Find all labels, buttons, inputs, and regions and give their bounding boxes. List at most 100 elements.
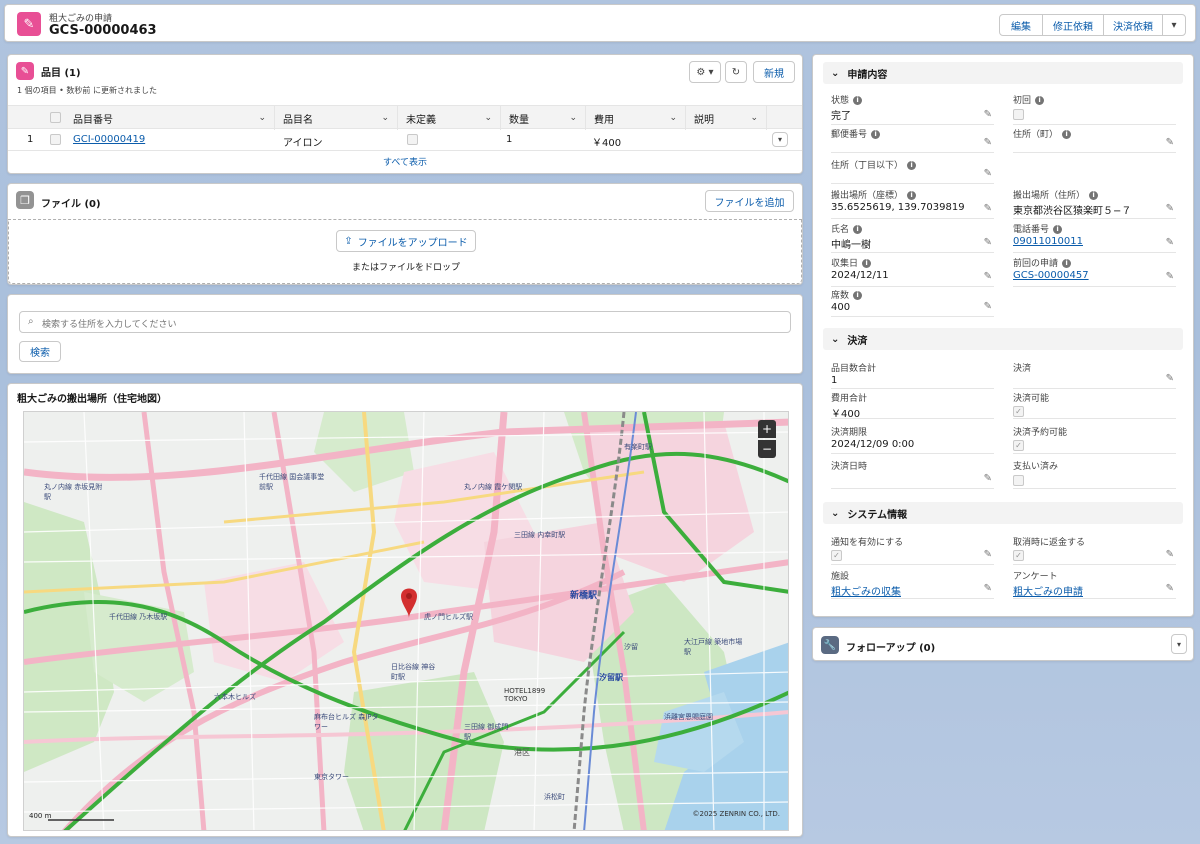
map-label: 丸ノ内線 霞ケ関駅 xyxy=(464,483,523,491)
settings-button[interactable]: ⚙ ▾ xyxy=(689,61,721,83)
items-card: ✎ 品目 (1) 1 個の項目 • 数秒前 に更新されました ⚙ ▾ ↻ 新規 … xyxy=(7,54,803,174)
file-icon: ❐ xyxy=(16,191,34,209)
field-refund: 取消時に返金する ✓ ✎ xyxy=(1013,535,1176,565)
info-icon: i xyxy=(862,258,872,268)
field-facility: 施設 粗大ごみの収集 ✎ xyxy=(831,569,994,599)
items-subtitle: 1 個の項目 • 数秒前 に更新されました xyxy=(17,86,157,95)
followup-card: 🔧 フォローアップ (0) ▾ xyxy=(812,627,1194,661)
row-actions-button[interactable]: ▾ xyxy=(772,132,788,147)
pencil-icon[interactable]: ✎ xyxy=(984,473,992,484)
refund-checkbox: ✓ xyxy=(1013,550,1024,561)
zoom-in-button[interactable]: + xyxy=(758,420,776,438)
map-label: 麻布台ヒルズ 森JPタワー xyxy=(314,713,379,731)
col-item-name[interactable]: 品目名 ⌄ xyxy=(275,106,398,130)
pencil-icon[interactable]: ✎ xyxy=(984,301,992,312)
survey-link[interactable]: 粗大ごみの申請 xyxy=(1013,583,1083,598)
phone-link[interactable]: 09011010011 xyxy=(1013,236,1083,247)
request-payment-button[interactable]: 決済依頼 xyxy=(1103,14,1163,36)
search-input[interactable]: ⌕ 検索する住所を入力してください xyxy=(19,311,791,333)
chevron-down-icon: ⌄ xyxy=(484,113,492,123)
pencil-icon[interactable]: ✎ xyxy=(1166,237,1174,248)
field-name: 氏名 i 中嶋一樹 ✎ xyxy=(831,222,994,253)
section-application-header[interactable]: ⌄ 申請内容 xyxy=(823,62,1183,84)
col-cost[interactable]: 費用 ⌄ xyxy=(586,106,686,130)
search-button[interactable]: 検索 xyxy=(19,341,61,362)
col-description[interactable]: 説明 ⌄ xyxy=(686,106,767,130)
pencil-icon[interactable]: ✎ xyxy=(984,271,992,282)
chevron-down-icon: ▾ xyxy=(777,135,782,144)
field-previous-application: 前回の申請 i GCS-00000457 ✎ xyxy=(1013,256,1176,287)
facility-link[interactable]: 粗大ごみの収集 xyxy=(831,583,901,598)
pencil-icon[interactable]: ✎ xyxy=(1166,203,1174,214)
address-search-card: ⌕ 検索する住所を入力してください 検索 xyxy=(7,294,803,374)
first-time-checkbox xyxy=(1013,109,1024,120)
field-survey: アンケート 粗大ごみの申請 ✎ xyxy=(1013,569,1176,599)
info-icon: i xyxy=(871,129,881,139)
field-address-town: 住所（町） i ✎ xyxy=(1013,127,1176,153)
item-number-link[interactable]: GCI-00000419 xyxy=(73,134,145,145)
col-item-number[interactable]: 品目番号 ⌄ xyxy=(65,106,275,130)
pencil-icon[interactable]: ✎ xyxy=(1166,549,1174,560)
followup-actions-button[interactable]: ▾ xyxy=(1171,634,1187,654)
chevron-down-icon: ▾ xyxy=(1171,19,1177,31)
info-icon: i xyxy=(853,224,863,234)
pencil-icon[interactable]: ✎ xyxy=(984,203,992,214)
payable-checkbox: ✓ xyxy=(1013,406,1024,417)
field-phone: 電話番号 i 09011010011 ✎ xyxy=(1013,222,1176,253)
map-card: 粗大ごみの搬出場所（住宅地図） 丸ノ内線 赤坂見附駅 千代田線 国会議事堂前駅 … xyxy=(7,383,803,837)
col-undefined[interactable]: 未定義 ⌄ xyxy=(398,106,501,130)
residential-map[interactable]: 丸ノ内線 赤坂見附駅 千代田線 国会議事堂前駅 丸ノ内線 霞ケ関駅 三田線 内幸… xyxy=(23,411,789,831)
field-cost-total: 費用合計 ￥400 xyxy=(831,391,994,420)
pencil-icon[interactable]: ✎ xyxy=(1166,373,1174,384)
previous-application-link[interactable]: GCS-00000457 xyxy=(1013,270,1089,281)
upload-file-button[interactable]: ⇪ ファイルをアップロード xyxy=(336,230,476,252)
record-header: ✎ 粗大ごみの申請 GCS-00000463 編集 修正依頼 決済依頼 ▾ xyxy=(4,4,1196,42)
col-quantity[interactable]: 数量 ⌄ xyxy=(501,106,586,130)
pencil-icon[interactable]: ✎ xyxy=(1166,271,1174,282)
map-label: 三田線 内幸町駅 xyxy=(514,531,566,539)
zoom-in-icon: + xyxy=(761,422,773,436)
gear-icon: ⚙ ▾ xyxy=(696,66,714,78)
map-label: 有楽町駅 xyxy=(624,443,652,451)
refresh-button[interactable]: ↻ xyxy=(725,61,747,83)
file-drop-zone[interactable]: ⇪ ファイルをアップロード またはファイルをドロップ xyxy=(8,219,802,284)
table-row: 1 GCI-00000419 アイロン 1 ￥400 ▾ xyxy=(8,129,802,151)
new-item-button[interactable]: 新規 xyxy=(753,61,795,83)
select-all-checkbox[interactable] xyxy=(50,112,61,123)
pencil-icon[interactable]: ✎ xyxy=(984,109,992,120)
chevron-down-icon: ⌄ xyxy=(669,113,677,123)
add-file-button[interactable]: ファイルを追加 xyxy=(705,190,794,212)
section-system-header[interactable]: ⌄ システム情報 xyxy=(823,502,1183,524)
details-card: ⌄ 申請内容 状態 i 完了 ✎ 初回 i 郵便番号 i ✎ 住所（町） i ✎ 住所（丁… xyxy=(812,54,1194,617)
row-checkbox[interactable] xyxy=(50,134,61,145)
chevron-down-icon: ⌄ xyxy=(831,333,840,345)
record-name: GCS-00000463 xyxy=(49,23,157,38)
more-actions-button[interactable]: ▾ xyxy=(1162,14,1186,36)
field-reservable: 決済予約可能 ✓ xyxy=(1013,425,1176,454)
field-seats: 席数 i 400 ✎ xyxy=(831,288,994,317)
pencil-icon[interactable]: ✎ xyxy=(984,583,992,594)
pencil-icon[interactable]: ✎ xyxy=(1166,137,1174,148)
pencil-icon[interactable]: ✎ xyxy=(984,137,992,148)
view-all-link[interactable]: すべて表示 xyxy=(8,155,802,168)
pencil-icon[interactable]: ✎ xyxy=(984,237,992,248)
map-label: 丸ノ内線 赤坂見附駅 xyxy=(44,483,103,501)
map-label: 港区 xyxy=(514,748,530,757)
map-label: 六本木ヒルズ xyxy=(214,693,256,701)
pencil-icon[interactable]: ✎ xyxy=(1166,583,1174,594)
zoom-out-button[interactable]: − xyxy=(758,440,776,458)
drop-hint: またはファイルをドロップ xyxy=(351,263,460,273)
info-icon: i xyxy=(1035,95,1045,105)
pencil-icon[interactable]: ✎ xyxy=(984,549,992,560)
pencil-icon[interactable]: ✎ xyxy=(984,168,992,179)
request-fix-button[interactable]: 修正依頼 xyxy=(1042,14,1104,36)
edit-button[interactable]: 編集 xyxy=(999,14,1043,36)
field-location-coords: 搬出場所（座標） i 35.6525619, 139.7039819 ✎ xyxy=(831,188,994,219)
items-title: 品目 (1) xyxy=(41,68,81,79)
section-payment-header[interactable]: ⌄ 決済 xyxy=(823,328,1183,350)
broom-icon: ✎ xyxy=(17,12,41,36)
map-label: 新橋駅 xyxy=(570,591,598,601)
map-label: HOTEL1899 TOKYO xyxy=(504,687,546,703)
zoom-out-icon: − xyxy=(761,442,773,456)
info-icon: i xyxy=(853,290,863,300)
